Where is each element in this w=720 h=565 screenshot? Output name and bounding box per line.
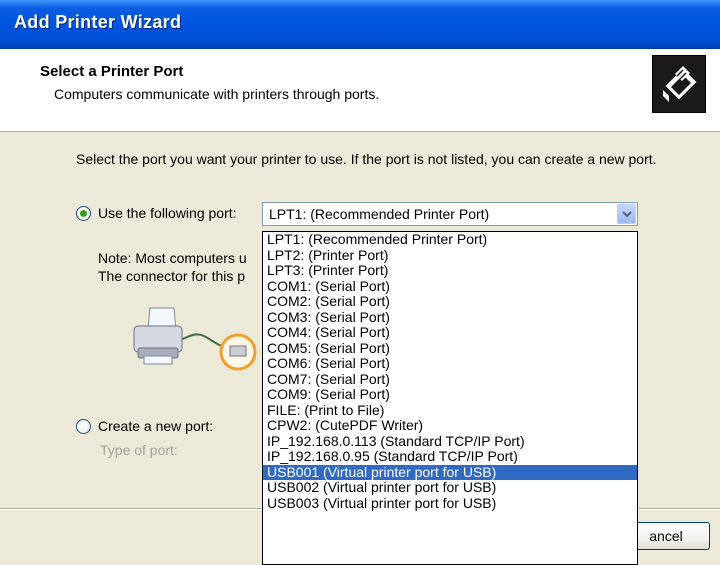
port-option[interactable]: COM7: (Serial Port)	[263, 371, 637, 388]
port-option[interactable]: COM9: (Serial Port)	[263, 386, 637, 403]
create-port-label: Create a new port:	[98, 418, 214, 434]
port-option[interactable]: CPW2: (CutePDF Writer)	[263, 417, 637, 434]
create-port-radio[interactable]	[76, 418, 91, 434]
instructions-text: Select the port you want your printer to…	[76, 151, 657, 167]
port-option[interactable]: LPT2: (Printer Port)	[263, 247, 637, 264]
page-title: Select a Printer Port	[40, 63, 184, 80]
note-line-1: Note: Most computers u	[98, 250, 247, 266]
port-option[interactable]: COM4: (Serial Port)	[263, 324, 637, 341]
port-option[interactable]: LPT1: (Recommended Printer Port)	[263, 232, 637, 248]
window-title: Add Printer Wizard	[14, 12, 182, 32]
port-select[interactable]: LPT1: (Recommended Printer Port)	[262, 202, 638, 226]
port-option[interactable]: LPT3: (Printer Port)	[263, 262, 637, 279]
wizard-header: Select a Printer Port Computers communic…	[0, 49, 720, 132]
use-port-radio[interactable]	[76, 205, 91, 221]
chevron-down-icon[interactable]	[617, 204, 636, 224]
note-line-2: The connector for this p	[98, 268, 246, 284]
port-option[interactable]: IP_192.168.0.95 (Standard TCP/IP Port)	[263, 448, 637, 465]
port-option[interactable]: COM6: (Serial Port)	[263, 355, 637, 372]
title-bar[interactable]: Add Printer Wizard	[0, 0, 720, 49]
port-option[interactable]: COM1: (Serial Port)	[263, 278, 637, 295]
port-option[interactable]: IP_192.168.0.113 (Standard TCP/IP Port)	[263, 433, 637, 450]
port-dropdown-list[interactable]: LPT1: (Recommended Printer Port) LPT2: (…	[262, 231, 638, 565]
printer-wizard-icon	[652, 55, 706, 113]
port-option-highlighted[interactable]: USB001 (Virtual printer port for USB)	[263, 464, 637, 480]
use-port-label: Use the following port:	[98, 205, 237, 221]
page-subtitle: Computers communicate with printers thro…	[54, 86, 380, 102]
port-option[interactable]: FILE: (Print to File)	[263, 402, 637, 419]
printer-cable-illustration	[130, 300, 260, 390]
use-port-option[interactable]: Use the following port:	[76, 205, 237, 221]
port-option[interactable]: COM3: (Serial Port)	[263, 309, 637, 326]
create-port-option[interactable]: Create a new port:	[76, 418, 213, 434]
type-of-port-label: Type of port:	[100, 442, 178, 458]
port-option[interactable]: COM2: (Serial Port)	[263, 293, 637, 310]
port-select-value: LPT1: (Recommended Printer Port)	[269, 206, 490, 222]
port-option[interactable]: USB003 (Virtual printer port for USB)	[263, 495, 637, 512]
port-option[interactable]: COM5: (Serial Port)	[263, 340, 637, 357]
port-option[interactable]: USB002 (Virtual printer port for USB)	[263, 479, 637, 496]
